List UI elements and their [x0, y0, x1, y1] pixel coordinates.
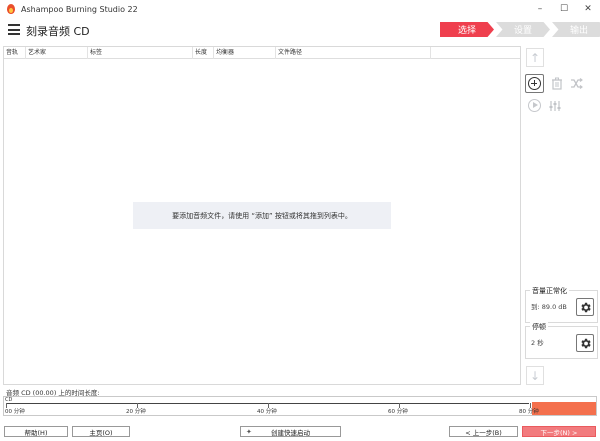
empty-list-hint: 要添加音频文件，请使用 “添加” 按钮或将其拖到列表中。	[133, 202, 391, 229]
window-title: Ashampoo Burning Studio 22	[21, 4, 138, 14]
minimize-button[interactable]: –	[528, 0, 552, 18]
volume-normalize-title: 音量正常化	[530, 286, 569, 296]
column-equalizer[interactable]: 均衡器	[214, 47, 276, 59]
page-title: 刻录音频 CD	[26, 25, 90, 38]
add-button[interactable]	[525, 74, 544, 93]
wizard-steps: 选择 设置 输出	[440, 22, 600, 37]
timeline-tick-label: 80 分钟	[519, 409, 539, 415]
help-button[interactable]: 帮助(H)	[4, 426, 68, 437]
cd-capacity-timeline: CD 00 分钟 20 分钟 40 分钟 60 分钟 80 分钟	[3, 396, 597, 416]
gear-icon	[580, 338, 591, 348]
create-shortcut-label: 创建快速启动	[271, 428, 310, 437]
track-list-header: 音轨 艺术家 标签 长度 均衡器 文件路径	[4, 47, 520, 59]
window-controls: – ☐ ✕	[528, 0, 600, 18]
title-bar: Ashampoo Burning Studio 22 – ☐ ✕	[0, 0, 600, 18]
trash-icon[interactable]	[548, 75, 565, 92]
column-track[interactable]: 音轨	[4, 47, 26, 59]
home-button[interactable]: 主页(O)	[72, 426, 130, 437]
move-up-arrow-icon[interactable]: ↑	[526, 48, 544, 67]
volume-normalize-value: 到: 89.0 dB	[531, 303, 567, 311]
timeline-overflow-zone	[532, 402, 596, 415]
step-select[interactable]: 选择	[440, 22, 494, 37]
maximize-button[interactable]: ☐	[552, 0, 576, 18]
pause-settings-button[interactable]	[576, 334, 594, 352]
column-label[interactable]: 标签	[88, 47, 193, 59]
timeline-tick-label: 00 分钟	[5, 409, 25, 415]
app-flame-icon	[6, 3, 16, 15]
play-circle-icon	[528, 99, 541, 112]
pause-group: 停顿 2 秒	[525, 322, 598, 359]
play-preview-button[interactable]	[526, 97, 543, 114]
pause-title: 停顿	[530, 322, 548, 332]
volume-normalize-group: 音量正常化 到: 89.0 dB	[525, 286, 598, 323]
hamburger-menu-icon[interactable]	[8, 24, 20, 35]
shortcut-wand-icon: ✦	[246, 427, 252, 436]
close-button[interactable]: ✕	[576, 0, 600, 18]
column-file-path[interactable]: 文件路径	[276, 47, 431, 59]
next-button[interactable]: 下一步(N) >	[522, 426, 596, 437]
create-shortcut-button[interactable]: ✦ 创建快速启动	[240, 426, 341, 437]
plus-circle-icon	[528, 77, 541, 90]
step-output[interactable]: 输出	[552, 22, 600, 37]
column-length[interactable]: 长度	[193, 47, 214, 59]
pause-value: 2 秒	[531, 339, 544, 347]
move-down-arrow-icon[interactable]: ↓	[526, 366, 544, 385]
step-settings[interactable]: 设置	[496, 22, 550, 37]
timeline-tick-label: 40 分钟	[257, 409, 277, 415]
column-artist[interactable]: 艺术家	[26, 47, 88, 59]
gear-icon	[580, 302, 591, 312]
timeline-tick-label: 60 分钟	[388, 409, 408, 415]
track-list[interactable]: 音轨 艺术家 标签 长度 均衡器 文件路径 要添加音频文件，请使用 “添加” 按…	[3, 46, 521, 385]
back-button[interactable]: < 上一步(B)	[449, 426, 518, 437]
timeline-tick-label: 20 分钟	[126, 409, 146, 415]
shuffle-icon[interactable]	[568, 75, 585, 92]
track-tools-panel: ↑ 音量正常化 到: 89.0 dB 停顿 2 秒 ↓	[523, 46, 600, 385]
volume-settings-button[interactable]	[576, 298, 594, 316]
equalizer-sliders-icon[interactable]	[546, 97, 563, 114]
